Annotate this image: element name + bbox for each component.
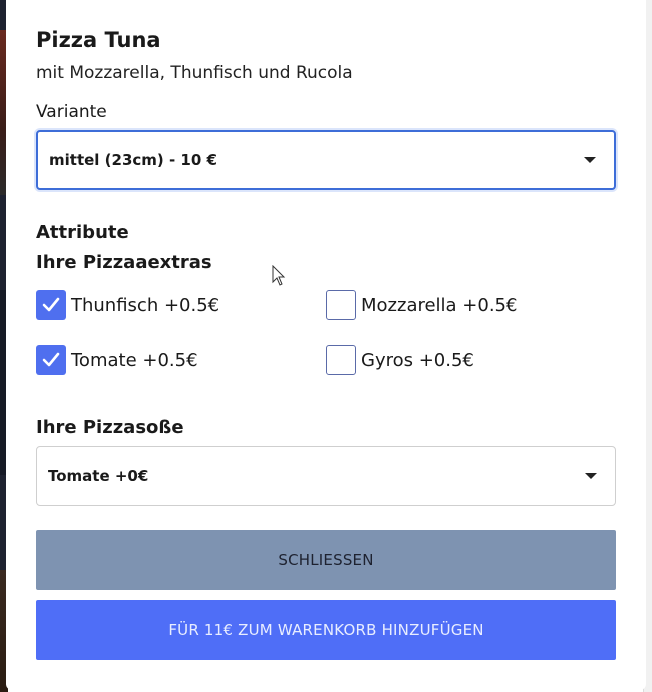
extra-option-label: Gyros +0.5€ [361, 349, 474, 371]
attributes-heading: Attribute [36, 222, 129, 243]
mouse-cursor-icon [272, 265, 286, 286]
extra-option-thunfisch[interactable]: Thunfisch +0.5€ [36, 290, 219, 320]
extra-option-gyros[interactable]: Gyros +0.5€ [326, 345, 474, 375]
extra-option-tomate[interactable]: Tomate +0.5€ [36, 345, 198, 375]
variant-select[interactable]: mittel (23cm) - 10 € [36, 130, 616, 190]
chevron-down-icon [585, 473, 597, 479]
sauce-heading: Ihre Pizzasoße [36, 417, 184, 438]
extra-option-label: Tomate +0.5€ [71, 349, 198, 371]
sauce-select[interactable]: Tomate +0€ [36, 446, 616, 506]
close-button[interactable]: SCHLIESSEN [36, 530, 616, 590]
product-description: mit Mozzarella, Thunfisch und Rucola [36, 63, 353, 83]
checkbox-checked[interactable] [36, 345, 66, 375]
checkmark-icon [42, 352, 60, 367]
extra-option-mozzarella[interactable]: Mozzarella +0.5€ [326, 290, 517, 320]
variant-selected-value: mittel (23cm) - 10 € [49, 151, 217, 169]
checkbox-checked[interactable] [36, 290, 66, 320]
checkmark-icon [42, 297, 60, 312]
chevron-down-icon [584, 157, 596, 163]
extra-option-label: Thunfisch +0.5€ [71, 294, 220, 316]
product-options-modal: Pizza Tuna mit Mozzarella, Thunfisch und… [6, 0, 646, 690]
extra-option-label: Mozzarella +0.5€ [361, 294, 518, 316]
checkbox-unchecked[interactable] [326, 290, 356, 320]
extras-heading: Ihre Pizzaaextras [36, 252, 212, 273]
add-to-cart-button[interactable]: FÜR 11€ ZUM WARENKORB HINZUFÜGEN [36, 600, 616, 660]
checkbox-unchecked[interactable] [326, 345, 356, 375]
sauce-selected-value: Tomate +0€ [48, 467, 149, 485]
variant-label: Variante [36, 102, 107, 122]
product-title: Pizza Tuna [36, 28, 161, 52]
